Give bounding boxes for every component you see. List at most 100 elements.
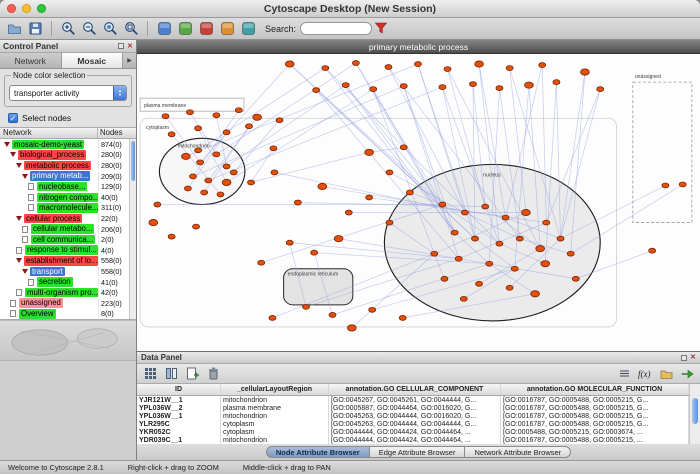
network-canvas-svg[interactable]: cytoplasmplasma membraneunassignedmitoch… xyxy=(137,54,700,351)
zoom-in-icon[interactable] xyxy=(59,20,77,38)
tree-item-label: nitrogen compo... xyxy=(37,193,98,203)
tree-row[interactable]: primary metab...209(0) xyxy=(0,171,129,182)
svg-text:f(x): f(x) xyxy=(638,369,651,379)
tree-item-label: nucleobase... xyxy=(37,182,87,192)
tree-row[interactable]: nucleobase...129(0) xyxy=(0,181,129,192)
status-zoom-hint: Right-click + drag to ZOOM xyxy=(128,463,219,472)
delete-attribute-icon[interactable] xyxy=(204,365,222,383)
tree-row[interactable]: Overview8(0) xyxy=(0,309,129,320)
expand-triangle-icon[interactable] xyxy=(16,163,22,168)
expand-triangle-icon[interactable] xyxy=(10,152,16,157)
tab-node-attribute-browser[interactable]: Node Attribute Browser xyxy=(266,446,370,458)
tree-row[interactable]: nitrogen compo...40(0) xyxy=(0,192,129,203)
close-data-panel-icon[interactable]: ✕ xyxy=(690,354,696,361)
import-network-icon[interactable] xyxy=(176,20,194,38)
close-panel-icon[interactable]: ✕ xyxy=(127,43,133,50)
column-header[interactable]: annotation.GO CELLULAR_COMPONENT xyxy=(329,384,501,395)
open-attribute-file-icon[interactable] xyxy=(678,365,696,383)
filter-icon[interactable] xyxy=(372,20,390,38)
annotation-icon[interactable] xyxy=(239,20,257,38)
save-session-icon[interactable] xyxy=(26,20,44,38)
expand-triangle-icon[interactable] xyxy=(16,216,22,221)
attribute-select-icon[interactable] xyxy=(141,365,159,383)
tree-row[interactable]: unassigned223(0) xyxy=(0,298,129,309)
table-cell: YDR039C__1 xyxy=(137,436,221,444)
table-row[interactable]: YKR052Ccytoplasm[GO:0044444, GO:0044424,… xyxy=(137,428,689,436)
search-input[interactable] xyxy=(300,22,372,35)
tree-row[interactable]: biological_process280(0) xyxy=(0,150,129,161)
table-row[interactable]: YPL036W__2plasma membrane[GO:0005887, GO… xyxy=(137,404,689,412)
expand-triangle-icon[interactable] xyxy=(4,142,10,147)
tree-item-label: secretion xyxy=(37,277,73,287)
create-attribute-icon[interactable] xyxy=(183,365,201,383)
tree-row[interactable]: response to stimul...4(0) xyxy=(0,245,129,256)
tree-row[interactable]: cellular metabo...206(0) xyxy=(0,224,129,235)
tree-row[interactable]: multi-organism pro...42(0) xyxy=(0,287,129,298)
tree-item-count: 2(0) xyxy=(98,235,129,244)
minimize-window-button[interactable] xyxy=(22,4,31,13)
function-builder-icon[interactable]: f(x) xyxy=(636,365,654,383)
table-row[interactable]: YPL036W__1mitochondrion[GO:0045263, GO:0… xyxy=(137,412,689,420)
leaf-icon xyxy=(16,289,22,296)
table-row[interactable]: YJR121W__1mitochondrion[GO:0045267, GO:0… xyxy=(137,396,689,404)
table-cell: mitochondrion xyxy=(221,396,329,404)
open-session-icon[interactable] xyxy=(5,20,23,38)
node-color-dropdown[interactable]: transporter activity ▲▼ xyxy=(9,85,127,101)
tab-scroll-right-icon[interactable]: ▶ xyxy=(123,53,136,68)
tab-network[interactable]: Network xyxy=(0,53,62,68)
attribute-columns-icon[interactable] xyxy=(162,365,180,383)
table-row[interactable]: YLR295Ccytoplasm[GO:0045263, GO:0044444,… xyxy=(137,420,689,428)
zoom-window-button[interactable] xyxy=(37,4,46,13)
create-network-icon[interactable] xyxy=(155,20,173,38)
tree-row[interactable]: macromolecule...311(0) xyxy=(0,203,129,214)
zoom-out-icon[interactable] xyxy=(80,20,98,38)
table-scrollbar[interactable] xyxy=(689,384,700,444)
network-canvas[interactable]: cytoplasmplasma membraneunassignedmitoch… xyxy=(137,54,700,351)
tree-column-nodes[interactable]: Nodes xyxy=(98,128,136,138)
leaf-icon xyxy=(10,300,16,307)
table-scrollbar-thumb[interactable] xyxy=(692,398,698,424)
plugin-mosaic-icon[interactable] xyxy=(218,20,236,38)
tab-network-attribute-browser[interactable]: Network Attribute Browser xyxy=(465,446,571,458)
expand-triangle-icon[interactable] xyxy=(16,258,22,263)
float-panel-icon[interactable] xyxy=(118,43,124,49)
import-attributes-icon[interactable] xyxy=(657,365,675,383)
tree-row[interactable]: mosaic-demo-yeast874(0) xyxy=(0,139,129,150)
tab-mosaic[interactable]: Mosaic xyxy=(62,53,124,68)
table-cell: [GO:0016787, GO:0005488, GO:0005215, G..… xyxy=(501,404,689,412)
tree-row[interactable]: metabolic process280(0) xyxy=(0,160,129,171)
zoom-fit-icon[interactable] xyxy=(122,20,140,38)
tab-edge-attribute-browser[interactable]: Edge Attribute Browser xyxy=(370,446,466,458)
tree-row[interactable]: establishment of lo...558(0) xyxy=(0,256,129,267)
tree-item-label: multi-organism pro... xyxy=(25,288,98,298)
column-header[interactable]: _cellularLayoutRegion xyxy=(221,384,329,395)
vizmapper-icon[interactable] xyxy=(197,20,215,38)
tree-item-count: 874(0) xyxy=(98,140,129,149)
equation-icon[interactable] xyxy=(615,365,633,383)
tree-item-label: cellular process xyxy=(24,214,82,224)
close-window-button[interactable] xyxy=(7,4,16,13)
expand-triangle-icon[interactable] xyxy=(22,269,28,274)
column-header[interactable]: annotation.GO MOLECULAR_FUNCTION xyxy=(501,384,689,395)
select-nodes-checkbox[interactable]: ✓ xyxy=(8,113,18,123)
tree-row[interactable]: transport558(0) xyxy=(0,266,129,277)
float-data-panel-icon[interactable] xyxy=(681,355,687,361)
select-nodes-label: Select nodes xyxy=(22,113,71,123)
tree-row[interactable]: cell communica...2(0) xyxy=(0,234,129,245)
tree-item-count: 280(0) xyxy=(98,161,129,170)
column-header[interactable]: ID xyxy=(137,384,221,395)
table-cell: [GO:0044444, GO:0044424, GO:0044464, ... xyxy=(329,428,501,436)
node-color-selection-label: Node color selection xyxy=(11,71,87,80)
tree-item-label: primary metab... xyxy=(30,171,90,181)
tree-column-network[interactable]: Network xyxy=(0,128,98,138)
tree-row[interactable]: cellular process22(0) xyxy=(0,213,129,224)
table-cell: [GO:0016787, GO:0005488, GO:0005215, G..… xyxy=(501,412,689,420)
tree-row[interactable]: secretion41(0) xyxy=(0,277,129,288)
network-view-title-bar[interactable]: primary metabolic process xyxy=(137,40,700,54)
table-row[interactable]: YDR039C__1mitochondrion[GO:0044444, GO:0… xyxy=(137,436,689,444)
control-panel-title: Control Panel xyxy=(3,41,58,51)
expand-triangle-icon[interactable] xyxy=(22,174,28,179)
zoom-selected-icon[interactable] xyxy=(101,20,119,38)
tree-scrollbar[interactable] xyxy=(129,139,136,319)
tree-scrollbar-thumb[interactable] xyxy=(131,141,135,181)
